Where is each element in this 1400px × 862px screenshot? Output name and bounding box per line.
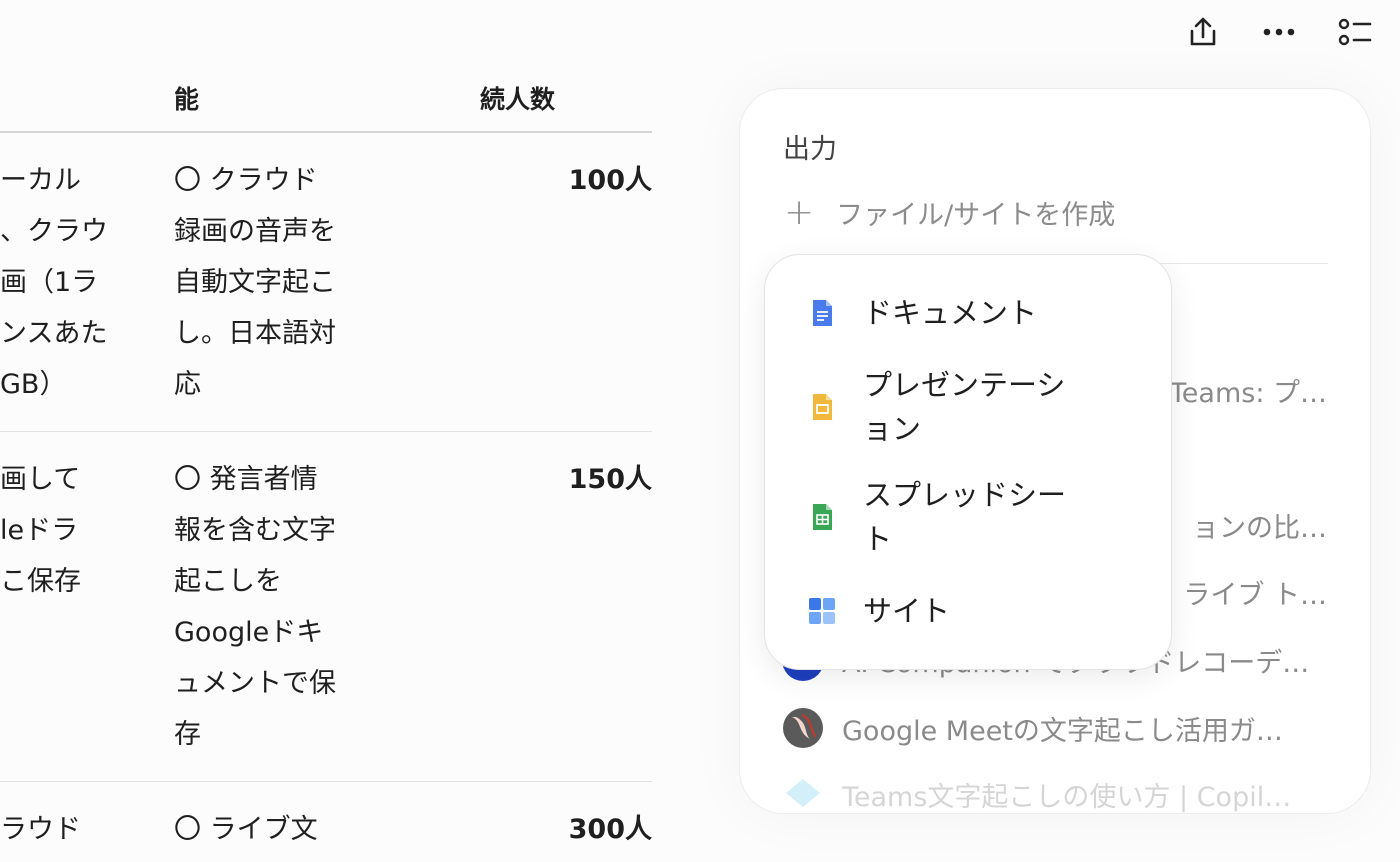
- panel-title: 出力: [783, 134, 837, 165]
- cell-feature: 〇 クラウド 録画の音声を 自動文字起こ し。日本語対 応: [174, 155, 354, 410]
- menu-item-document[interactable]: ドキュメント: [807, 291, 1083, 335]
- cell-line: こ保存: [0, 566, 81, 597]
- checklist-button[interactable]: [1330, 10, 1380, 54]
- cell-feature: 〇 ライブ文: [174, 804, 354, 855]
- cell-line: 画（1ラ: [0, 267, 99, 298]
- cell-line: GB）: [0, 369, 67, 400]
- history-item-label: Google Meetの文字起こし活用ガ…: [842, 715, 1283, 747]
- cell-line: leドラ: [0, 515, 79, 546]
- cell-left: ーカル 、クラウ 画（1ラ ンスあた GB）: [0, 155, 120, 410]
- cell-left: 画して leドラ こ保存: [0, 454, 120, 607]
- slides-icon: [813, 394, 832, 420]
- sites-icon: [809, 598, 835, 624]
- cell-left: ラウド: [0, 804, 120, 855]
- more-options-button[interactable]: [1254, 10, 1304, 54]
- history-item-label: Teams: プ…: [1169, 377, 1327, 409]
- menu-item-label: プレゼンテーション: [863, 368, 1066, 446]
- menu-item-label: サイト: [863, 594, 951, 628]
- history-item[interactable]: Teams文字起こしの使い方 | Copil…: [782, 769, 1327, 813]
- cell-line: 〇 ライブ文: [174, 814, 318, 845]
- table-row: 画して leドラ こ保存 〇 発言者情 報を含む文字 起こしを Googleドキ…: [0, 432, 652, 782]
- create-label: ファイル/サイトを作成: [836, 200, 1116, 231]
- page: 能 続人数 ーカル 、クラウ 画（1ラ ンスあた GB） 〇 クラウド 録画の音…: [0, 0, 1400, 862]
- cell-line: ラウド: [0, 814, 81, 845]
- menu-item-presentation[interactable]: プレゼンテーション: [807, 363, 1083, 451]
- table-row: ラウド 〇 ライブ文 300人: [0, 782, 652, 862]
- cell-line: 応: [174, 369, 201, 400]
- cell-users: 300人: [568, 814, 652, 845]
- menu-item-site[interactable]: サイト: [807, 589, 1083, 633]
- cell-line: 自動文字起こ: [174, 267, 336, 298]
- checklist-icon: [1338, 18, 1372, 46]
- sheets-icon: [813, 504, 832, 530]
- share-icon: [1190, 17, 1216, 46]
- teams-avatar-icon: [786, 779, 820, 807]
- comparison-table: 能 続人数 ーカル 、クラウ 画（1ラ ンスあた GB） 〇 クラウド 録画の音…: [0, 64, 652, 862]
- cell-line: 報を含む文字: [174, 515, 336, 546]
- cell-line: 画して: [0, 464, 81, 495]
- table-header: 能 続人数: [0, 64, 652, 133]
- menu-item-label: スプレッドシート: [863, 478, 1067, 556]
- cell-line: 〇 発言者情: [174, 464, 318, 495]
- cell-line: ュメントで保: [174, 668, 336, 699]
- create-dropdown-menu: ドキュメント プレゼンテーション スプレッドシート サイト: [764, 254, 1172, 670]
- cell-line: 起こしを: [174, 566, 282, 597]
- menu-item-spreadsheet[interactable]: スプレッドシート: [807, 473, 1083, 561]
- header-feature: 能: [174, 85, 200, 114]
- cell-line: ーカル: [0, 165, 81, 196]
- menu-item-label: ドキュメント: [863, 296, 1038, 330]
- more-icon: [1263, 28, 1295, 36]
- cell-line: 、クラウ: [0, 216, 108, 247]
- cell-line: ンスあた: [0, 318, 108, 349]
- cell-feature: 〇 発言者情 報を含む文字 起こしを Googleドキ ュメントで保 存: [174, 454, 354, 760]
- create-file-site-button[interactable]: + ファイル/サイトを作成: [784, 193, 1115, 232]
- cell-users: 150人: [568, 464, 652, 495]
- history-item[interactable]: Google Meetの文字起こし活用ガ…: [782, 703, 1327, 753]
- table-row: ーカル 、クラウ 画（1ラ ンスあた GB） 〇 クラウド 録画の音声を 自動文…: [0, 133, 652, 432]
- cell-line: 録画の音声を: [174, 216, 336, 247]
- docs-icon: [813, 300, 832, 326]
- cell-line: 存: [174, 719, 201, 750]
- history-item-label: Teams文字起こしの使い方 | Copil…: [842, 781, 1292, 813]
- meet-avatar-icon: [783, 708, 823, 748]
- plus-icon: +: [784, 191, 815, 233]
- cell-line: Googleドキ: [174, 617, 324, 648]
- cell-line: 〇 クラウド: [174, 165, 318, 196]
- cell-line: し。日本語対: [174, 318, 336, 349]
- cell-users: 100人: [568, 165, 652, 196]
- history-item-label: ョンの比…: [1192, 512, 1327, 544]
- share-button[interactable]: [1178, 10, 1228, 54]
- header-users: 続人数: [480, 85, 556, 114]
- top-toolbar: [1178, 10, 1380, 54]
- history-item-label: ライブ ト…: [1183, 579, 1327, 611]
